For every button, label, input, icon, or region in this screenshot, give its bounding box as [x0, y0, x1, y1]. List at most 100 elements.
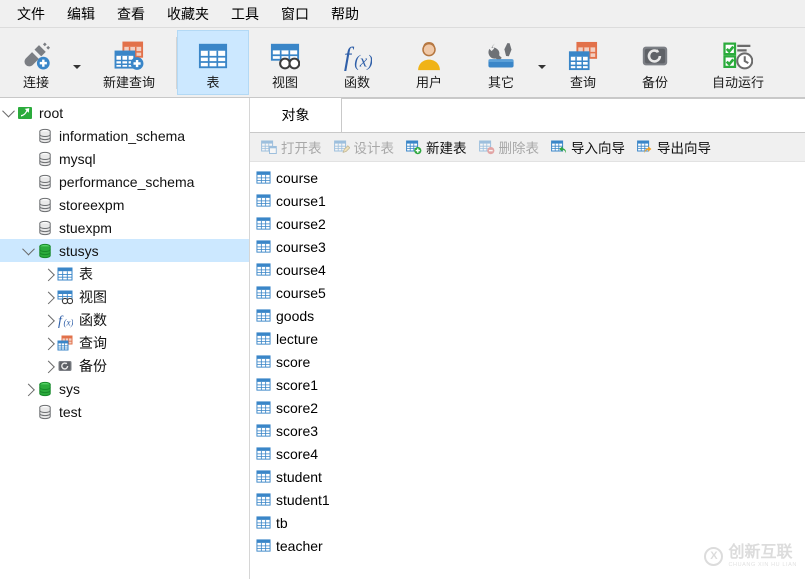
- design-table-icon: [333, 139, 350, 155]
- tree-node-performance-schema[interactable]: performance_schema: [0, 170, 249, 193]
- ribbon-others-dropdown-arrow-icon[interactable]: [537, 64, 547, 69]
- query-icon: [568, 39, 598, 73]
- table-icon: [256, 262, 273, 277]
- table-list-item[interactable]: student: [252, 465, 805, 488]
- table-icon: [256, 423, 273, 438]
- ribbon-new-query[interactable]: 新建查询: [82, 30, 176, 95]
- ribbon-view[interactable]: 视图: [249, 30, 321, 95]
- tree-node-information-schema[interactable]: information_schema: [0, 124, 249, 147]
- import-wizard-button[interactable]: 导入向导: [546, 135, 630, 159]
- table-list-item[interactable]: course3: [252, 235, 805, 258]
- database-gray-icon: [36, 151, 54, 167]
- connection-tree-pane[interactable]: root information_schema mysql performanc…: [0, 98, 250, 579]
- export-wizard-button-label: 导出向导: [657, 141, 711, 156]
- function-icon: f (x): [342, 39, 372, 73]
- table-list-item-label: goods: [276, 307, 315, 324]
- menu-window[interactable]: 窗口: [270, 0, 320, 28]
- open-table-button-label: 打开表: [281, 141, 322, 156]
- tree-node-label: test: [59, 403, 82, 420]
- table-list-item-label: course1: [276, 192, 326, 209]
- ribbon-others[interactable]: 其它: [465, 30, 537, 95]
- table-list-item[interactable]: lecture: [252, 327, 805, 350]
- ribbon-user-label: 用户: [415, 74, 442, 90]
- ribbon-function[interactable]: f (x) 函数: [321, 30, 393, 95]
- chevron-right-icon[interactable]: [40, 291, 56, 305]
- nav icat-window: 文件 编辑 查看 收藏夹 工具 窗口 帮助 连接 新建查询 表 视图 f (x)…: [0, 0, 805, 580]
- table-list-item-label: student1: [276, 491, 330, 508]
- table-list-item[interactable]: course5: [252, 281, 805, 304]
- table-icon: [256, 492, 273, 507]
- chevron-right-icon[interactable]: [40, 268, 56, 282]
- ribbon-backup[interactable]: 备份: [619, 30, 691, 95]
- tree-node-functions[interactable]: f (x) 函数: [0, 308, 249, 331]
- tree-node-views[interactable]: 视图: [0, 285, 249, 308]
- tree-node-label: stusys: [59, 242, 99, 259]
- table-list-item[interactable]: student1: [252, 488, 805, 511]
- chevron-right-icon[interactable]: [40, 360, 56, 374]
- open-table-button: 打开表: [256, 135, 327, 159]
- table-list-item[interactable]: tb: [252, 511, 805, 534]
- table-list-item[interactable]: score3: [252, 419, 805, 442]
- tree-node-storeexpm[interactable]: storeexpm: [0, 193, 249, 216]
- chevron-down-icon[interactable]: [0, 104, 16, 118]
- table-list-item[interactable]: score1: [252, 373, 805, 396]
- chevron-down-icon[interactable]: [20, 242, 36, 256]
- tree-node-queries[interactable]: 查询: [0, 331, 249, 354]
- design-table-button: 设计表: [329, 135, 400, 159]
- ribbon-user[interactable]: 用户: [393, 30, 465, 95]
- object-pane: 对象 打开表 设计表 新建表 删除表 导入向导 导出向导 course cour…: [250, 98, 805, 579]
- table-list-item[interactable]: score: [252, 350, 805, 373]
- query-icon: [56, 335, 74, 351]
- table-list-item[interactable]: course: [252, 166, 805, 189]
- import-wizard-button-label: 导入向导: [571, 141, 625, 156]
- new-table-button[interactable]: 新建表: [401, 135, 472, 159]
- table-list-item-label: tb: [276, 514, 288, 531]
- menu-favorites[interactable]: 收藏夹: [156, 0, 220, 28]
- ribbon-connection[interactable]: 连接: [0, 30, 72, 95]
- chevron-right-icon[interactable]: [20, 383, 36, 397]
- table-list-item[interactable]: teacher: [252, 534, 805, 557]
- ribbon-query[interactable]: 查询: [547, 30, 619, 95]
- tree-node-mysql[interactable]: mysql: [0, 147, 249, 170]
- table-icon: [256, 469, 273, 484]
- table-list-item-label: score2: [276, 399, 319, 416]
- table-list-item-label: score4: [276, 445, 319, 462]
- table-list-item[interactable]: score2: [252, 396, 805, 419]
- table-icon: [256, 308, 273, 323]
- table-list-item-label: lecture: [276, 330, 319, 347]
- menu-edit[interactable]: 编辑: [56, 0, 106, 28]
- tree-node-stuexpm[interactable]: stuexpm: [0, 216, 249, 239]
- table-list-item[interactable]: goods: [252, 304, 805, 327]
- new-table-button-label: 新建表: [426, 141, 467, 156]
- tree-node-backups[interactable]: 备份: [0, 354, 249, 377]
- table-list-item-label: score3: [276, 422, 319, 439]
- table-list-item[interactable]: course1: [252, 189, 805, 212]
- tree-node-label: storeexpm: [59, 196, 125, 213]
- ribbon-automation[interactable]: 自动运行: [691, 30, 785, 95]
- table-icon: [256, 400, 273, 415]
- export-wizard-button[interactable]: 导出向导: [632, 135, 716, 159]
- menu-file[interactable]: 文件: [6, 0, 56, 28]
- table-list-item[interactable]: course2: [252, 212, 805, 235]
- ribbon-connection-dropdown-arrow-icon[interactable]: [72, 64, 82, 69]
- table-icon: [56, 266, 74, 282]
- table-list-item[interactable]: score4: [252, 442, 805, 465]
- tree-node-root[interactable]: root: [0, 101, 249, 124]
- table-icon: [256, 331, 273, 346]
- table-icon: [256, 285, 273, 300]
- chevron-right-icon[interactable]: [40, 337, 56, 351]
- menu-help[interactable]: 帮助: [320, 0, 370, 28]
- view-icon: [56, 289, 74, 305]
- main-body: root information_schema mysql performanc…: [0, 98, 805, 579]
- menu-view[interactable]: 查看: [106, 0, 156, 28]
- table-list-item[interactable]: course4: [252, 258, 805, 281]
- ribbon-table[interactable]: 表: [177, 30, 249, 95]
- tree-node-sys[interactable]: sys: [0, 377, 249, 400]
- tree-node-test[interactable]: test: [0, 400, 249, 423]
- menu-tools[interactable]: 工具: [220, 0, 270, 28]
- tree-node-stusys[interactable]: stusys: [0, 239, 249, 262]
- tree-node-tables[interactable]: 表: [0, 262, 249, 285]
- tab-objects[interactable]: 对象: [250, 98, 342, 132]
- chevron-right-icon[interactable]: [40, 314, 56, 328]
- table-list[interactable]: course course1 course2 course3 course4 c…: [250, 162, 805, 579]
